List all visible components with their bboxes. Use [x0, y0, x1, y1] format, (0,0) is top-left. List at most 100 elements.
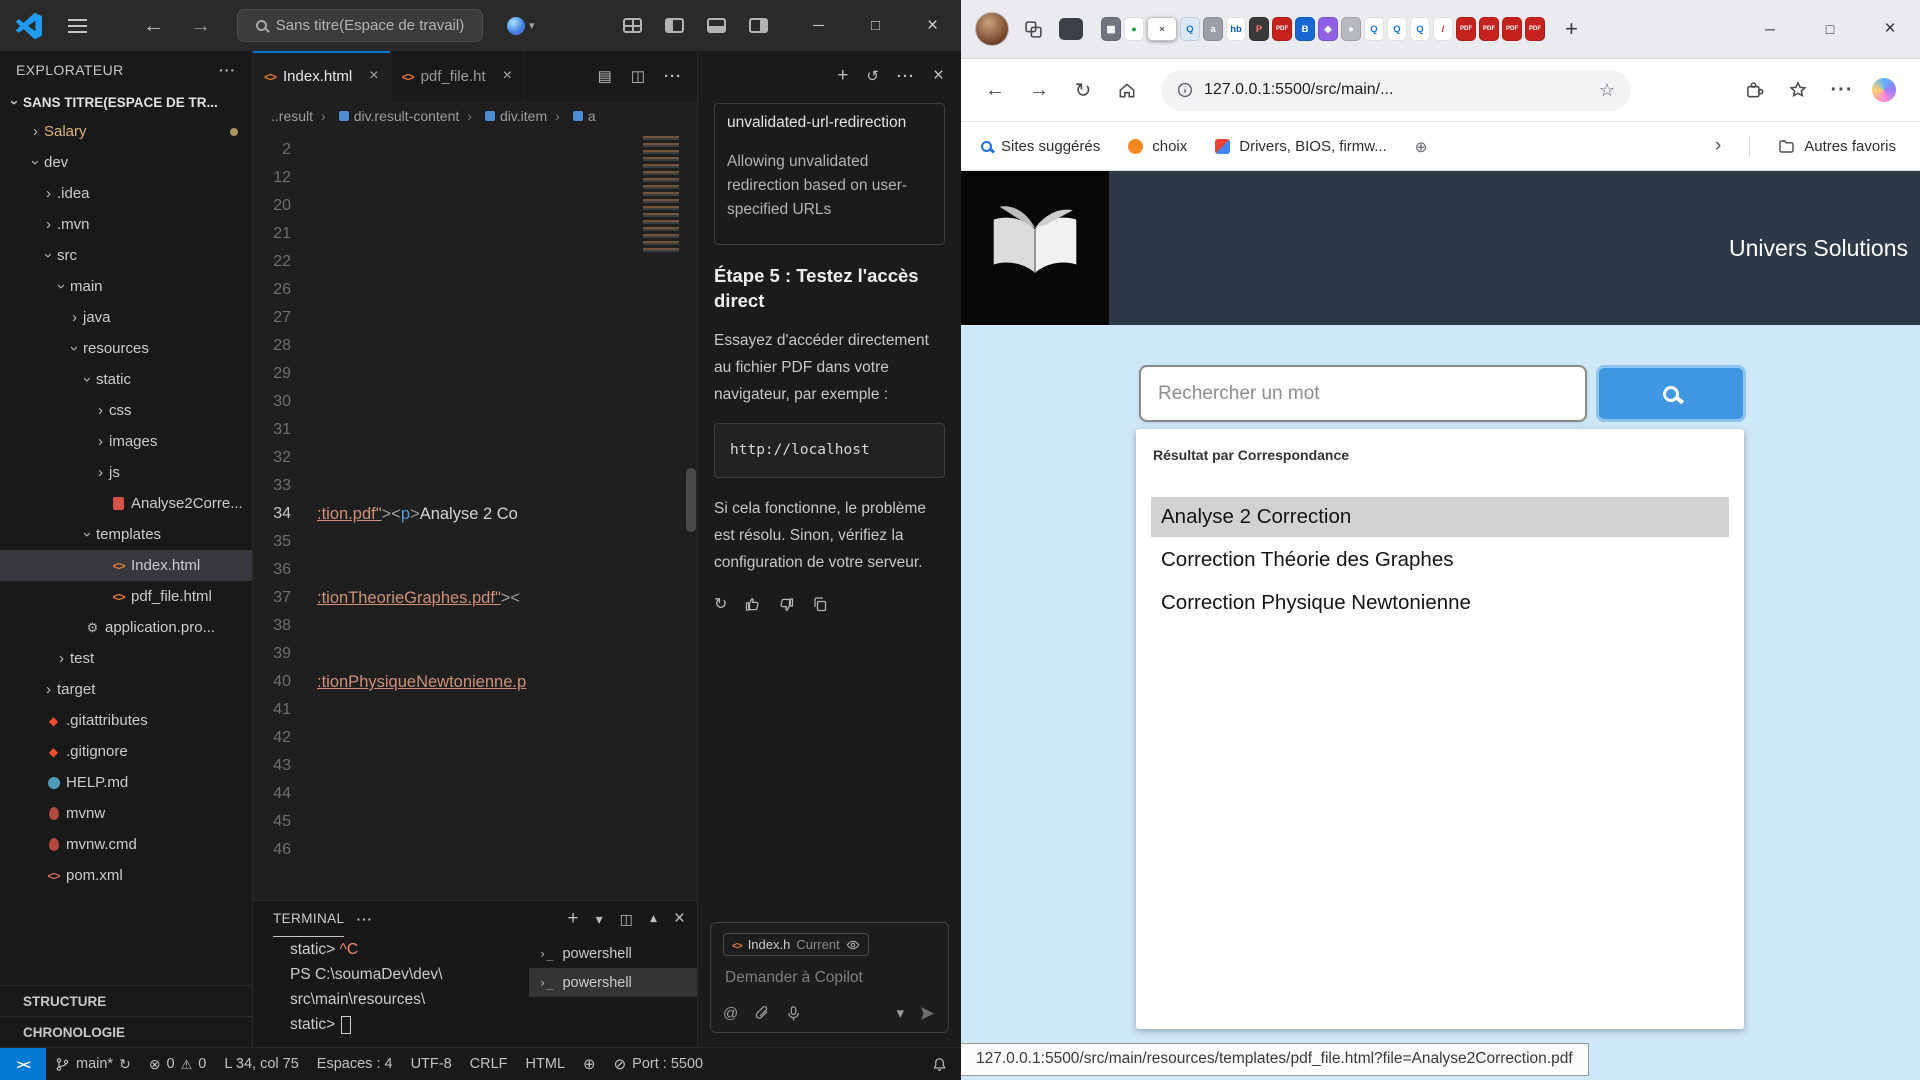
tree-item[interactable]: .mvn — [0, 209, 252, 240]
context-chip[interactable]: Index.h Current — [723, 933, 869, 956]
code-line[interactable]: 44 — [253, 780, 697, 808]
copy-icon[interactable] — [812, 596, 829, 613]
favorite-item[interactable]: Drivers, BIOS, firmw... — [1215, 138, 1387, 155]
thumbs-up-icon[interactable] — [744, 596, 761, 613]
code-line[interactable]: 30 — [253, 388, 697, 416]
tree-item[interactable]: Salary — [0, 116, 252, 147]
scrollbar-thumb[interactable] — [686, 468, 696, 532]
browser-tab[interactable]: Q — [1180, 17, 1200, 41]
chat-more-icon[interactable] — [897, 68, 915, 85]
tree-item[interactable]: resources — [0, 333, 252, 364]
tree-item[interactable]: java — [0, 302, 252, 333]
new-tab-button[interactable]: + — [1565, 16, 1578, 42]
browser-tab[interactable]: ◆ — [1318, 17, 1338, 41]
code-line[interactable]: 28 — [253, 332, 697, 360]
toggle-secondary-sidebar-icon[interactable] — [749, 18, 768, 33]
browser-tab[interactable]: hb — [1226, 17, 1246, 41]
browser-tab[interactable]: PDF — [1525, 17, 1545, 41]
tree-item[interactable]: Index.html — [0, 550, 252, 581]
forward-arrow-icon[interactable] — [190, 14, 211, 38]
eol[interactable]: CRLF — [461, 1048, 517, 1080]
site-info-icon[interactable] — [1177, 82, 1193, 98]
code-line[interactable]: 12 — [253, 164, 697, 192]
settings-more-icon[interactable] — [1828, 72, 1856, 108]
search-result-item[interactable]: Analyse 2 Correction — [1151, 497, 1729, 537]
browser-tab[interactable]: PDF — [1502, 17, 1522, 41]
extensions-icon[interactable] — [1740, 72, 1768, 108]
tree-item[interactable]: static — [0, 364, 252, 395]
browser-tab[interactable]: PDF — [1456, 17, 1476, 41]
tree-item[interactable]: css — [0, 395, 252, 426]
browser-tab[interactable]: Q — [1364, 17, 1384, 41]
breadcrumb-item[interactable]: a — [547, 108, 595, 124]
breadcrumb-item[interactable]: div.result-content — [313, 108, 459, 124]
attach-icon[interactable] — [753, 1005, 770, 1022]
live-server-item[interactable]: Port : 5500 — [605, 1048, 713, 1080]
favorites-hub-icon[interactable] — [1784, 72, 1812, 108]
thumbs-down-icon[interactable] — [778, 596, 795, 613]
workspace-root[interactable]: SANS TITRE(ESPACE DE TR... — [0, 89, 252, 116]
browser-tab[interactable]: PDF — [1479, 17, 1499, 41]
cursor-position[interactable]: L 34, col 75 — [215, 1048, 307, 1080]
tab-terminal[interactable]: TERMINAL — [273, 901, 344, 937]
browser-tab[interactable]: ● — [1341, 17, 1361, 41]
close-button[interactable] — [1860, 0, 1920, 58]
profile-avatar[interactable] — [975, 12, 1009, 46]
tree-item[interactable]: .idea — [0, 178, 252, 209]
browser-tab[interactable]: ● — [1124, 17, 1144, 41]
browser-tab[interactable]: ▦ — [1101, 17, 1121, 41]
tree-item[interactable]: mvnw — [0, 798, 252, 829]
tree-item[interactable]: .gitattributes — [0, 705, 252, 736]
browser-tab[interactable]: / — [1433, 17, 1453, 41]
other-favorites[interactable]: Autres favoris — [1778, 138, 1896, 155]
browser-tab[interactable]: Q — [1387, 17, 1407, 41]
close-button[interactable] — [904, 0, 961, 51]
search-result-item[interactable]: Correction Théorie des Graphes — [1151, 540, 1729, 580]
tree-item[interactable]: HELP.md — [0, 767, 252, 798]
favorite-item[interactable]: choix — [1128, 138, 1187, 155]
back-arrow-icon[interactable] — [143, 14, 164, 38]
minimize-button[interactable] — [790, 0, 847, 51]
favorite-item[interactable]: Sites suggérés — [981, 138, 1100, 155]
refresh-icon[interactable] — [1065, 72, 1101, 108]
code-line[interactable]: 40:tionPhysiqueNewtonienne.p — [253, 668, 697, 696]
code-line[interactable]: 35 — [253, 528, 697, 556]
chat-close-icon[interactable] — [933, 65, 944, 87]
tab-search-icon[interactable] — [1057, 15, 1085, 43]
explorer-more-icon[interactable] — [219, 62, 236, 78]
minimize-button[interactable] — [1740, 0, 1800, 58]
breadcrumb-item[interactable]: div.item — [459, 108, 547, 124]
address-bar[interactable]: 127.0.0.1:5500/src/main/... — [1161, 70, 1631, 111]
browser-tab[interactable]: Q — [1410, 17, 1430, 41]
close-panel-icon[interactable] — [674, 908, 685, 930]
model-picker-icon[interactable] — [896, 1004, 904, 1022]
copilot-menu-button[interactable] — [507, 17, 535, 35]
terminal-more-icon[interactable] — [356, 912, 373, 927]
word-search-input[interactable] — [1139, 365, 1587, 422]
browser-preview-item[interactable] — [574, 1048, 605, 1080]
code-line[interactable]: 32 — [253, 444, 697, 472]
browser-tab[interactable]: a — [1203, 17, 1223, 41]
terminal-process-item[interactable]: powershell — [529, 968, 697, 997]
code-line[interactable]: 46 — [253, 836, 697, 864]
code-line[interactable]: 20 — [253, 192, 697, 220]
sidebar-section[interactable]: CHRONOLOGIE — [0, 1016, 252, 1047]
globe-favicon[interactable] — [1415, 136, 1428, 157]
chat-input-placeholder[interactable]: Demander à Copilot — [725, 969, 934, 987]
code-editor[interactable]: 212202122262728293031323334:tion.pdf"><p… — [253, 130, 697, 900]
code-line[interactable]: 2 — [253, 136, 697, 164]
new-terminal-icon[interactable] — [567, 908, 578, 930]
workspaces-icon[interactable] — [1019, 15, 1047, 43]
code-line[interactable]: 42 — [253, 724, 697, 752]
code-line[interactable]: 37:tionTheorieGraphes.pdf">< — [253, 584, 697, 612]
copilot-icon[interactable] — [1872, 78, 1896, 102]
menu-icon[interactable] — [68, 19, 87, 33]
maximize-panel-icon[interactable] — [650, 911, 657, 928]
tree-item[interactable]: .gitignore — [0, 736, 252, 767]
code-line[interactable]: 21 — [253, 220, 697, 248]
breadcrumb-item[interactable]: ..result — [271, 108, 313, 124]
new-chat-icon[interactable] — [837, 65, 848, 87]
git-branch-item[interactable]: main* — [46, 1048, 140, 1080]
code-line[interactable]: 26 — [253, 276, 697, 304]
forward-arrow-icon[interactable] — [1021, 72, 1057, 108]
